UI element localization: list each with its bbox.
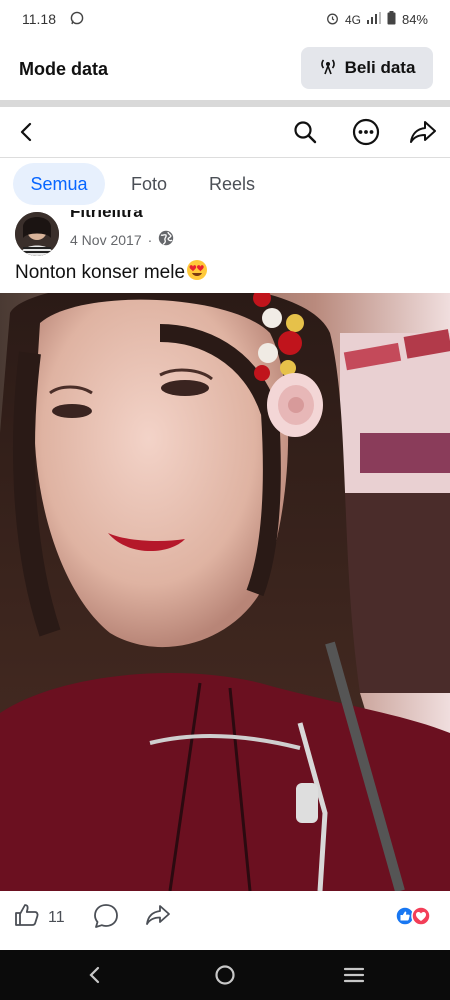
comment-bubble-icon — [93, 903, 119, 934]
broadcast-icon — [319, 57, 337, 80]
post-author-name[interactable]: Fitrielitra — [70, 210, 143, 222]
post-caption: Nonton konser mele — [15, 259, 208, 287]
status-bar: 11.18 4G 84% — [0, 0, 450, 38]
status-icons: 4G 84% — [326, 11, 428, 28]
status-time: 11.18 — [22, 11, 56, 27]
buy-data-label: Beli data — [344, 58, 416, 77]
post-actions: 11 — [0, 891, 450, 944]
divider — [0, 100, 450, 107]
share-arrow-icon — [145, 903, 171, 932]
data-mode-title: Mode data — [19, 59, 109, 79]
heart-eyes-emoji-icon — [186, 259, 208, 287]
post-header: Fitrielitra 4 Nov 2017 · — [0, 210, 450, 256]
post-meta: 4 Nov 2017 · — [70, 230, 174, 249]
thumbs-up-icon — [14, 903, 40, 932]
tab-semua[interactable]: Semua — [13, 163, 105, 205]
back-arrow-icon[interactable] — [12, 117, 42, 147]
whatsapp-notification-icon — [70, 11, 84, 25]
post-date[interactable]: 4 Nov 2017 — [70, 232, 142, 248]
system-home-icon[interactable] — [212, 962, 238, 988]
search-icon[interactable] — [290, 117, 320, 147]
tab-reels[interactable]: Reels — [195, 163, 269, 205]
avatar[interactable] — [15, 212, 59, 256]
system-navigation-bar — [0, 950, 450, 1000]
buy-data-button[interactable]: Beli data — [301, 47, 433, 89]
top-nav-bar — [0, 107, 450, 158]
like-count: 11 — [48, 908, 65, 926]
love-reaction-icon — [411, 906, 431, 931]
network-type: 4G — [344, 12, 361, 27]
share-icon[interactable] — [408, 117, 438, 147]
more-options-icon[interactable] — [351, 117, 381, 147]
post-caption-text: Nonton konser mele — [15, 262, 186, 283]
signal-icon — [366, 12, 381, 27]
like-button[interactable]: 11 — [14, 903, 65, 932]
system-back-icon[interactable] — [82, 962, 108, 988]
share-post-button[interactable] — [145, 903, 171, 932]
meta-separator: · — [147, 231, 153, 248]
tab-foto[interactable]: Foto — [113, 163, 185, 205]
reaction-summary[interactable] — [395, 906, 431, 931]
data-mode-bar: Mode data Beli data — [0, 38, 450, 100]
battery-level: 84% — [401, 12, 428, 27]
alarm-icon — [326, 12, 339, 28]
filter-tabs: Semua Foto Reels — [0, 158, 450, 210]
comment-button[interactable] — [93, 903, 119, 934]
public-globe-icon — [158, 230, 174, 249]
battery-icon — [387, 11, 396, 28]
post-photo[interactable] — [0, 293, 450, 891]
system-recents-icon[interactable] — [341, 962, 367, 988]
